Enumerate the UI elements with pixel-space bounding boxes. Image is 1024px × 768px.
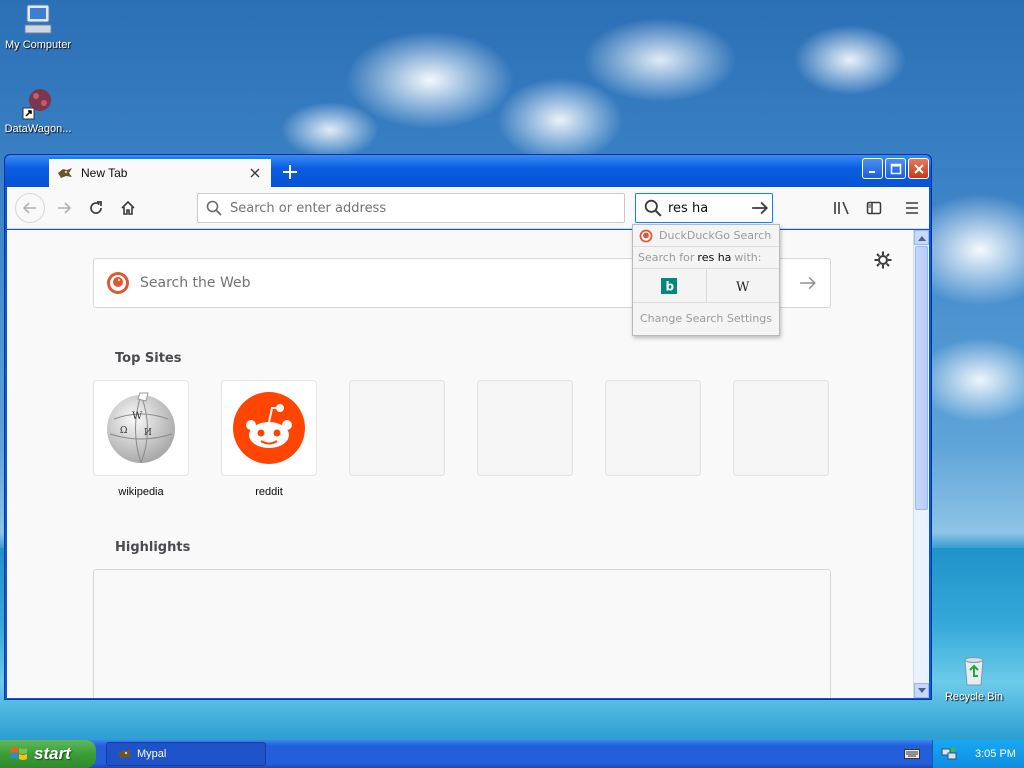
svg-text:И: И bbox=[144, 428, 152, 438]
desktop-icon-datawagon[interactable]: DataWagon... bbox=[0, 86, 76, 135]
navigation-toolbar bbox=[7, 187, 929, 229]
duckduckgo-icon bbox=[639, 229, 653, 242]
new-tab-button[interactable] bbox=[277, 159, 303, 185]
tab-label: New Tab bbox=[81, 166, 128, 180]
search-for-query: res ha bbox=[697, 251, 732, 264]
top-site-placeholder[interactable] bbox=[349, 380, 445, 476]
duckduckgo-icon bbox=[107, 272, 129, 294]
highlights-panel bbox=[93, 569, 831, 698]
top-site-empty[interactable] bbox=[733, 380, 829, 476]
sidebar-icon bbox=[866, 201, 882, 215]
settings-gear-icon[interactable] bbox=[873, 250, 893, 270]
reload-button[interactable] bbox=[81, 193, 111, 223]
desktop-icon-label: Recycle Bin bbox=[944, 691, 1004, 703]
bing-engine-button[interactable]: b bbox=[633, 269, 706, 302]
highlights-heading: Highlights bbox=[115, 540, 191, 555]
search-for-suffix: with: bbox=[734, 251, 762, 264]
web-search-go-arrow-icon[interactable] bbox=[786, 259, 830, 307]
search-bar[interactable] bbox=[635, 193, 773, 223]
top-site-placeholder[interactable] bbox=[733, 380, 829, 476]
desktop-icon-label: DataWagon... bbox=[4, 123, 72, 135]
svg-text:Ω: Ω bbox=[120, 426, 127, 436]
menu-icon bbox=[906, 202, 918, 214]
top-site-tile[interactable] bbox=[221, 380, 317, 476]
taskbar-item-label: Mypal bbox=[137, 748, 167, 760]
mypal-favicon-icon bbox=[57, 165, 73, 181]
recycle-bin-icon bbox=[957, 654, 991, 688]
wikipedia-engine-button[interactable]: W bbox=[705, 269, 780, 302]
top-site-placeholder[interactable] bbox=[605, 380, 701, 476]
wikipedia-icon: W bbox=[736, 280, 750, 294]
search-input[interactable] bbox=[668, 200, 746, 216]
scroll-up-button[interactable] bbox=[914, 230, 929, 245]
back-button[interactable] bbox=[15, 193, 45, 223]
address-bar[interactable] bbox=[197, 193, 625, 223]
change-search-settings-label: Change Search Settings bbox=[639, 311, 773, 325]
tab-close-icon[interactable] bbox=[247, 165, 263, 181]
search-icon bbox=[644, 199, 662, 217]
clock[interactable]: 3:05 PM bbox=[975, 748, 1016, 760]
mypal-app-icon bbox=[118, 749, 132, 759]
desktop-icon-my-computer[interactable]: My Computer bbox=[0, 2, 76, 51]
keyboard-layout-icon[interactable] bbox=[902, 744, 922, 764]
search-go-arrow-icon[interactable] bbox=[750, 198, 770, 218]
top-site-label: reddit bbox=[255, 486, 283, 498]
svg-text:W: W bbox=[736, 280, 750, 294]
hamburger-menu-button[interactable] bbox=[897, 193, 927, 223]
search-for-row: Search for res ha with: bbox=[633, 247, 779, 269]
library-icon bbox=[834, 201, 849, 215]
svg-text:W: W bbox=[132, 411, 143, 422]
wikipedia-globe-icon: W Ω И bbox=[107, 392, 175, 464]
windows-flag-icon bbox=[11, 747, 27, 760]
desktop-icon-recycle-bin[interactable]: Recycle Bin bbox=[936, 654, 1012, 703]
maximize-button[interactable] bbox=[885, 158, 906, 179]
taskbar-item-mypal[interactable]: Mypal bbox=[106, 742, 266, 766]
change-search-settings-button[interactable]: Change Search Settings bbox=[633, 303, 779, 333]
computer-icon bbox=[21, 2, 55, 36]
window-controls bbox=[862, 158, 929, 179]
top-sites-heading: Top Sites bbox=[115, 351, 182, 366]
bing-icon: b bbox=[661, 277, 678, 294]
minimize-button[interactable] bbox=[862, 158, 883, 179]
browser-window: New Tab Search or enter address res ha S… bbox=[4, 154, 932, 700]
start-button[interactable]: start bbox=[0, 740, 96, 768]
taskbar: start Mypal 3:05 PM bbox=[0, 740, 1024, 768]
search-icon bbox=[206, 200, 222, 216]
title-bar[interactable]: New Tab bbox=[5, 155, 931, 187]
sidebar-button[interactable] bbox=[859, 193, 889, 223]
datawagon-shortcut-icon bbox=[21, 86, 55, 120]
reddit-alien-icon bbox=[233, 392, 305, 464]
one-off-engines: b W bbox=[633, 269, 779, 303]
network-icon[interactable] bbox=[941, 746, 957, 762]
svg-text:b: b bbox=[666, 279, 675, 293]
top-site-tile[interactable]: W Ω И bbox=[93, 380, 189, 476]
top-site-empty[interactable] bbox=[605, 380, 701, 476]
start-label: start bbox=[34, 744, 71, 763]
scrollbar-thumb[interactable] bbox=[915, 246, 928, 510]
address-input[interactable] bbox=[230, 200, 610, 216]
scroll-down-button[interactable] bbox=[914, 683, 929, 698]
search-for-prefix: Search for bbox=[638, 251, 695, 264]
system-tray: 3:05 PM bbox=[932, 740, 1024, 768]
search-suggestions-popup: DuckDuckGo Search Search for res ha with… bbox=[632, 224, 780, 336]
vertical-scrollbar[interactable] bbox=[913, 230, 929, 698]
forward-button[interactable] bbox=[49, 193, 79, 223]
top-site-placeholder[interactable] bbox=[477, 380, 573, 476]
top-site-reddit[interactable]: reddit bbox=[221, 380, 317, 498]
top-site-wikipedia[interactable]: W Ω И wikipedia bbox=[93, 380, 189, 498]
engine-name: DuckDuckGo Search bbox=[659, 229, 772, 242]
desktop-icon-label: My Computer bbox=[4, 39, 72, 51]
reload-icon bbox=[90, 201, 102, 214]
top-site-empty[interactable] bbox=[477, 380, 573, 476]
forward-arrow-icon bbox=[58, 202, 72, 214]
top-site-empty[interactable] bbox=[349, 380, 445, 476]
close-window-button[interactable] bbox=[908, 158, 929, 179]
library-button[interactable] bbox=[827, 193, 857, 223]
home-button[interactable] bbox=[113, 193, 143, 223]
current-engine-row[interactable]: DuckDuckGo Search bbox=[633, 225, 779, 247]
home-icon bbox=[121, 200, 135, 215]
back-arrow-icon bbox=[22, 202, 36, 214]
top-site-label: wikipedia bbox=[118, 486, 164, 498]
tab-new-tab[interactable]: New Tab bbox=[49, 157, 271, 187]
